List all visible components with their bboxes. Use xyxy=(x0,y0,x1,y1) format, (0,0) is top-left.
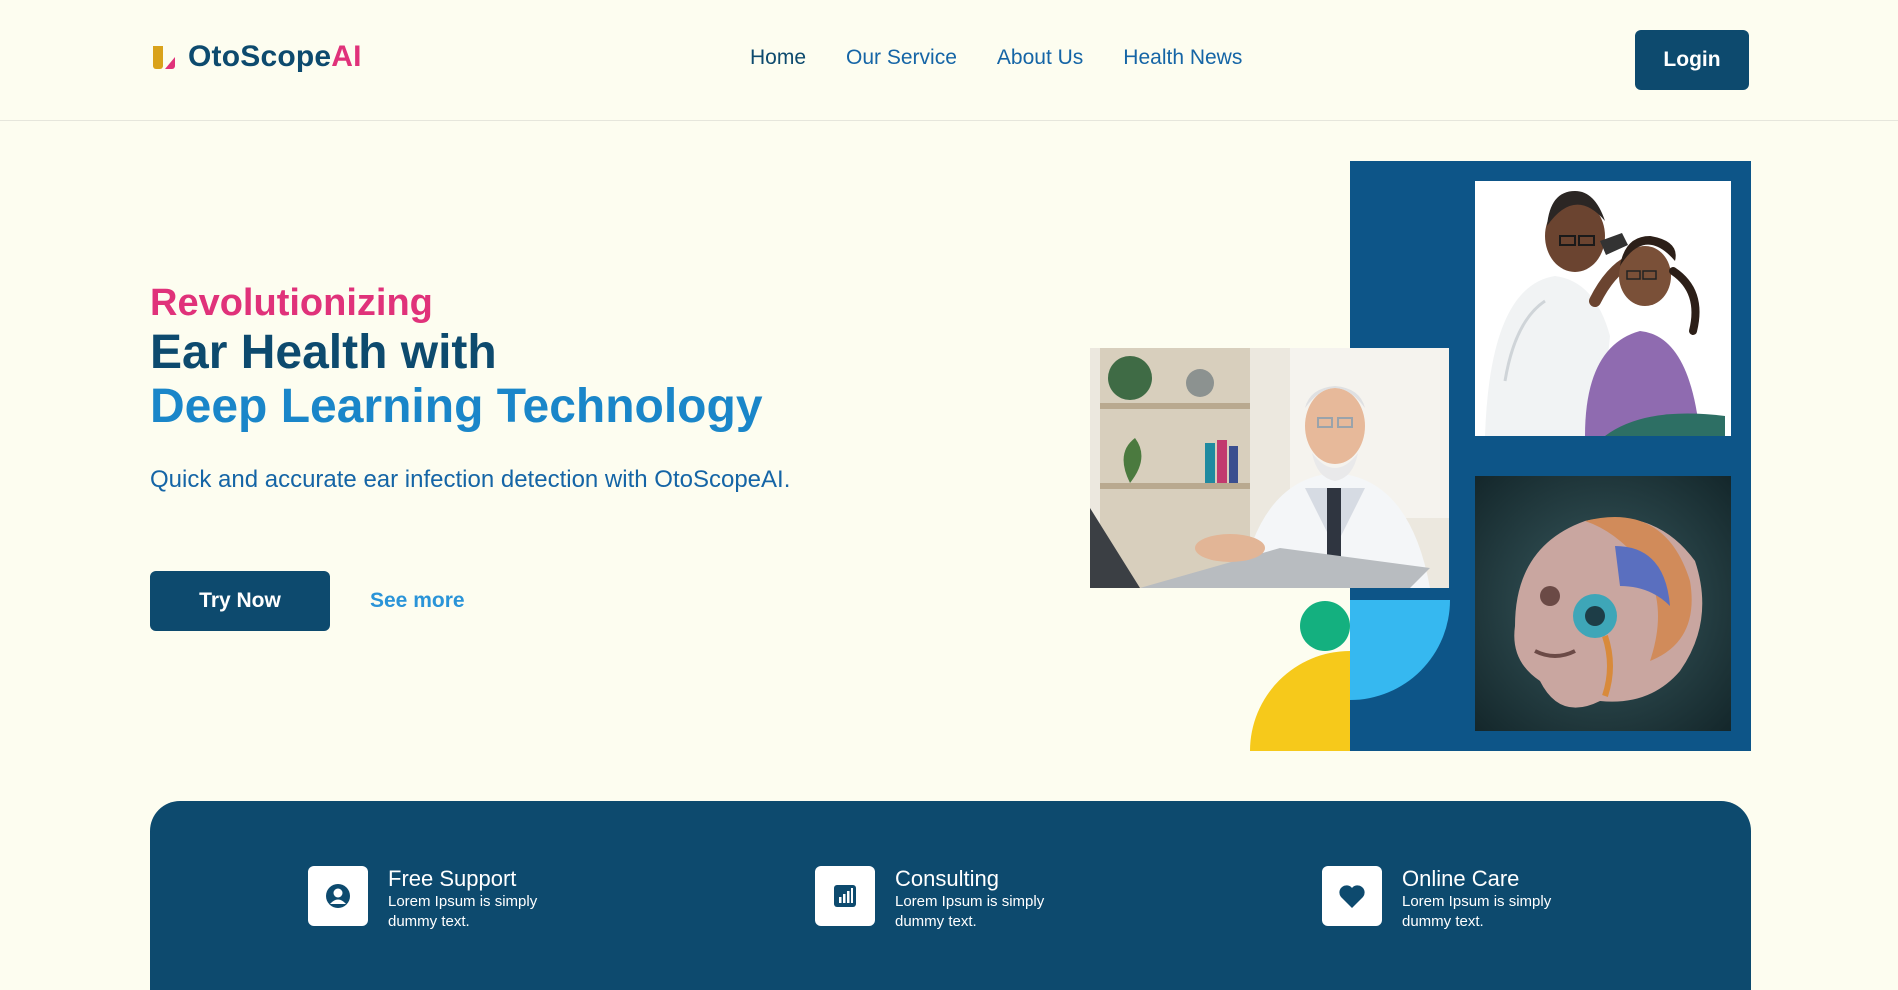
try-now-button[interactable]: Try Now xyxy=(150,571,330,631)
doctor-child-image xyxy=(1475,181,1731,436)
hero-kicker: Revolutionizing xyxy=(150,282,433,324)
feature-description: Lorem Ipsum is simply dummy text. xyxy=(388,893,538,930)
nav-about-us[interactable]: About Us xyxy=(997,46,1083,70)
navbar: OtoScopeAI Home Our Service About Us Hea… xyxy=(0,0,1898,121)
login-button[interactable]: Login xyxy=(1635,30,1749,90)
feature-title: Free Support xyxy=(388,866,517,891)
page: OtoScopeAI Home Our Service About Us Hea… xyxy=(0,0,1898,990)
decorative-shapes xyxy=(1250,600,1450,751)
hero-headline-line1: Ear Health with xyxy=(150,326,497,379)
logo-text: OtoScopeAI xyxy=(188,40,362,73)
feature-consulting: Consulting Lorem Ipsum is simply dummy t… xyxy=(815,866,1065,932)
feature-title: Online Care xyxy=(1402,866,1520,891)
bar-chart-icon xyxy=(815,866,875,926)
light-blue-quarter-circle xyxy=(1350,600,1450,700)
nav-home[interactable]: Home xyxy=(750,46,806,70)
feature-text: Free Support Lorem Ipsum is simply dummy… xyxy=(388,866,558,932)
yellow-quarter-circle xyxy=(1250,651,1350,751)
nav-health-news[interactable]: Health News xyxy=(1123,46,1242,70)
feature-title: Consulting xyxy=(895,866,999,891)
doctor-laptop-image xyxy=(1090,348,1449,588)
features-section: Free Support Lorem Ipsum is simply dummy… xyxy=(150,801,1751,990)
ear-anatomy-image xyxy=(1475,476,1731,731)
user-icon xyxy=(308,866,368,926)
feature-text: Online Care Lorem Ipsum is simply dummy … xyxy=(1402,866,1572,932)
hero-heading: Revolutionizing Ear Health with Deep Lea… xyxy=(150,280,910,434)
hero-subtitle: Quick and accurate ear infection detecti… xyxy=(150,466,791,493)
hero-headline-line2: Deep Learning Technology xyxy=(150,380,763,433)
feature-description: Lorem Ipsum is simply dummy text. xyxy=(1402,893,1552,930)
logo-icon xyxy=(153,46,175,69)
heart-icon xyxy=(1322,866,1382,926)
feature-text: Consulting Lorem Ipsum is simply dummy t… xyxy=(895,866,1065,932)
nav-our-service[interactable]: Our Service xyxy=(846,46,957,70)
logo[interactable]: OtoScopeAI xyxy=(150,40,362,74)
feature-free-support: Free Support Lorem Ipsum is simply dummy… xyxy=(308,866,558,932)
see-more-link[interactable]: See more xyxy=(370,589,465,613)
green-circle xyxy=(1300,601,1350,651)
feature-online-care: Online Care Lorem Ipsum is simply dummy … xyxy=(1322,866,1572,932)
feature-description: Lorem Ipsum is simply dummy text. xyxy=(895,893,1045,930)
main-nav: Home Our Service About Us Health News xyxy=(750,46,1242,70)
